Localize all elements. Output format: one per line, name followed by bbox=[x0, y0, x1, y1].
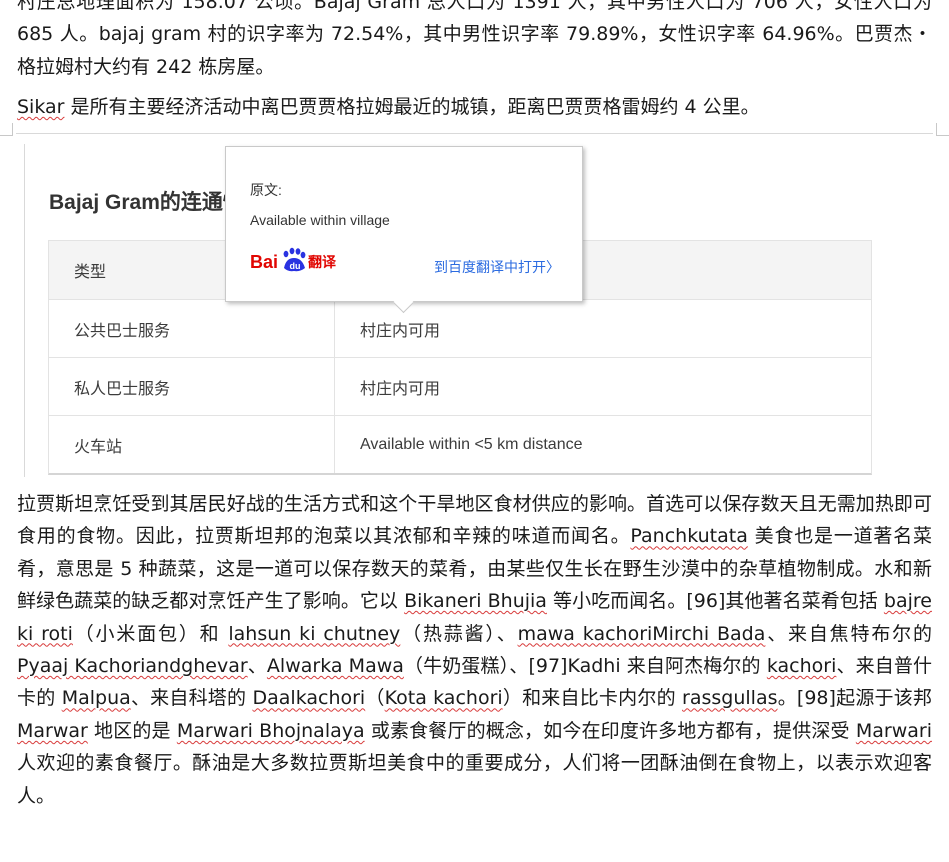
table-cell: Available within <5 km distance bbox=[360, 435, 583, 453]
spellcheck-word[interactable]: Panchkutata bbox=[630, 525, 747, 547]
page-margin-mark-left bbox=[0, 123, 13, 136]
spellcheck-word[interactable]: Pyaaj Kachoriandghevar bbox=[17, 655, 248, 677]
original-label: 原文: bbox=[250, 182, 282, 198]
table-cell: 公共巴士服务 bbox=[49, 300, 335, 357]
table-row: 公共巴士服务 村庄内可用 bbox=[49, 299, 871, 357]
original-text: Available within village bbox=[250, 212, 390, 228]
table-cell: 村庄内可用 bbox=[360, 380, 441, 398]
spellcheck-word[interactable]: Malpua bbox=[62, 687, 131, 709]
translation-tooltip: 原文: Available within village Bai du 翻译 到… bbox=[225, 146, 583, 314]
doc-paragraph-cuisine: 拉贾斯坦烹饪受到其居民好战的生活方式和这个干旱地区食材供应的影响。首选可以保存数… bbox=[17, 493, 933, 807]
open-in-baidu-link[interactable]: 到百度翻译中打开〉 bbox=[434, 257, 560, 277]
spellcheck-word[interactable]: Daalkachori bbox=[253, 687, 366, 709]
page-text-boundary bbox=[24, 144, 25, 477]
spellcheck-word[interactable]: Marwari Bhojnalaya bbox=[177, 720, 365, 742]
spellcheck-word[interactable]: Alwarka Mawa bbox=[267, 655, 404, 677]
table-row: 火车站 Available within <5 km distance bbox=[49, 415, 871, 473]
connectivity-title: Bajaj Gram的连通性 bbox=[49, 191, 244, 214]
paw-icon: du bbox=[283, 247, 306, 272]
page-margin-mark-right bbox=[936, 123, 949, 136]
spellcheck-word[interactable]: Marwar bbox=[17, 720, 88, 742]
spellcheck-word[interactable]: Kota kachori bbox=[385, 687, 503, 709]
table-cell: 村庄内可用 bbox=[360, 322, 441, 340]
spellcheck-word[interactable]: Sikar bbox=[17, 96, 64, 118]
table-row: 私人巴士服务 村庄内可用 bbox=[49, 357, 871, 415]
spellcheck-word[interactable]: mawa kachoriMirchi Bada bbox=[518, 623, 766, 645]
table-cell: 火车站 bbox=[49, 416, 335, 473]
doc-paragraph-sikar: Sikar 是所有主要经济活动中离巴贾贾格拉姆最近的城镇，距离巴贾贾格雷姆约 4… bbox=[17, 96, 760, 118]
spellcheck-word[interactable]: kachori bbox=[767, 655, 837, 677]
baidu-translate-logo: Bai du 翻译 bbox=[250, 247, 337, 272]
svg-text:du: du bbox=[290, 261, 301, 271]
spellcheck-word[interactable]: lahsun ki chutney bbox=[228, 623, 400, 645]
doc-paragraph-intro: 村庄总地理面积为 158.07 公顷。Bajaj Gram 总人口为 1391 … bbox=[17, 0, 932, 78]
spellcheck-word[interactable]: Bikaneri Bhujia bbox=[404, 590, 547, 612]
spellcheck-word[interactable]: Marwari bbox=[856, 720, 932, 742]
baidu-logo-text: Bai bbox=[250, 252, 278, 272]
page-break-line bbox=[16, 133, 933, 134]
spellcheck-word[interactable]: rassgullas bbox=[682, 687, 777, 709]
baidu-logo-fanyi: 翻译 bbox=[308, 254, 337, 271]
table-cell: 私人巴士服务 bbox=[49, 358, 335, 415]
